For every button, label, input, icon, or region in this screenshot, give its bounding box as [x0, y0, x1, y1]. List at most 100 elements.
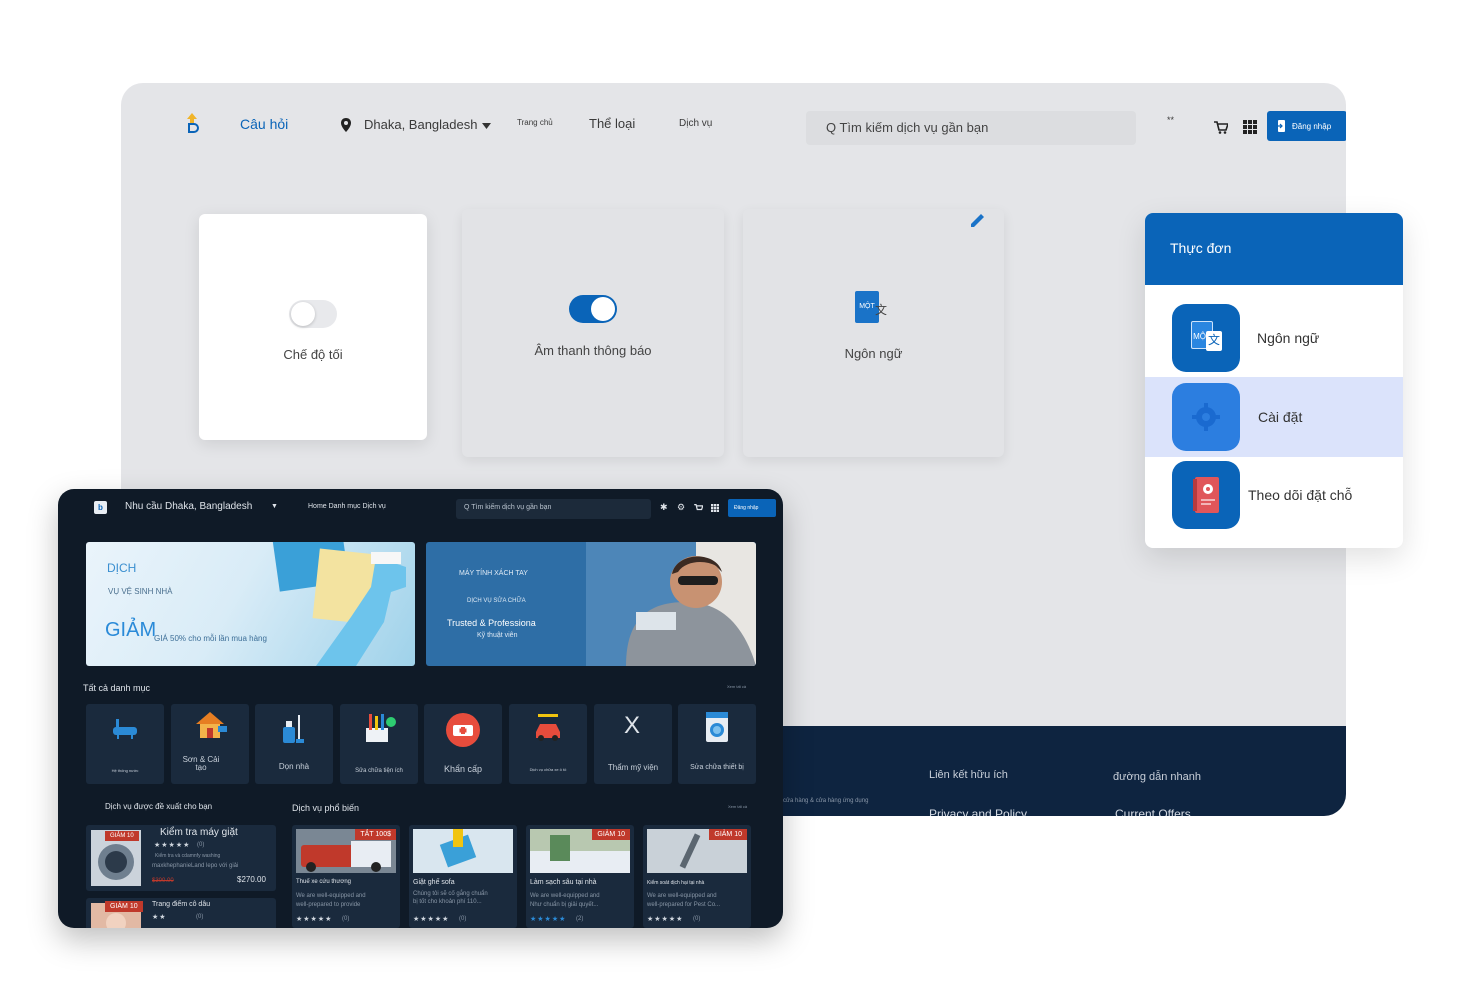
- signin-button[interactable]: Đăng nhập: [1267, 111, 1346, 141]
- notification-sound-label: Âm thanh thông báo: [534, 343, 652, 358]
- service-title: Kiểm tra máy giặt: [160, 827, 238, 838]
- search-input[interactable]: Q Tìm kiếm dịch vụ gần bạn: [806, 111, 1136, 145]
- ambulance-icon: [446, 713, 480, 747]
- service-desc: Như chuẩn bị giải quyết...: [530, 902, 599, 908]
- category-utility-repair[interactable]: Sửa chữa tiện ích: [340, 704, 418, 784]
- category-label: Hệ thống nước: [111, 768, 139, 773]
- price: $270.00: [237, 875, 266, 884]
- recommended-card[interactable]: GIẢM 10 Kiểm tra máy giặt ★★★★★ (0) Kiểm…: [86, 825, 276, 891]
- popular-card[interactable]: GIẢM 10 Kiểm soát dịch hại tại nhà We ar…: [643, 825, 751, 928]
- service-desc: We are well-equipped and: [647, 893, 717, 899]
- cleaning-banner[interactable]: DỊCH VỤ VỆ SINH NHÀ GIẢM GIÁ 50% cho mỗi…: [86, 542, 415, 666]
- language-label: Ngôn ngữ: [844, 346, 903, 361]
- footer-app-store-text: cửa hàng & cửa hàng ứng dụng: [783, 798, 869, 804]
- menu-item-language[interactable]: MỘT 文 Ngôn ngữ: [1145, 298, 1403, 378]
- service-desc: bị tốt cho khoản phí 110...: [413, 899, 482, 905]
- language-icon: MỘT 文: [1172, 304, 1240, 372]
- menu-item-track-booking[interactable]: Theo dõi đặt chỗ: [1145, 455, 1403, 535]
- language-icon: MỘT 文: [855, 291, 891, 327]
- footer-privacy-link[interactable]: Privacy and Policy: [929, 807, 1027, 816]
- category-appliance-repair[interactable]: Sửa chữa thiết bị: [678, 704, 756, 784]
- categories-see-all-link[interactable]: Xem tất cả: [727, 684, 746, 689]
- category-emergency[interactable]: Khẩn cấp: [424, 704, 502, 784]
- location-selector[interactable]: Nhu cầu Dhaka, Bangladesh: [125, 501, 252, 512]
- top-navigation-dark: b Nhu cầu Dhaka, Bangladesh ▼ Home Danh …: [86, 489, 776, 527]
- category-plumbing[interactable]: Hệ thống nước: [86, 704, 164, 784]
- service-desc: well-prepared to provide: [296, 902, 361, 908]
- home-page-dark: b Nhu cầu Dhaka, Bangladesh ▼ Home Danh …: [58, 489, 783, 928]
- recommended-heading: Dịch vụ được đề xuất cho bạn: [105, 802, 213, 811]
- service-desc: well-prepared for Pest Co...: [647, 902, 721, 908]
- banner-title: DỊCH: [107, 561, 137, 575]
- apps-grid-icon[interactable]: [1243, 120, 1257, 134]
- top-navigation: Câu hỏi Dhaka, Bangladesh Trang chủ Thể …: [181, 93, 1346, 153]
- dark-mode-label: Chế độ tối: [283, 347, 343, 362]
- footer-offers-link[interactable]: Current Offers: [1115, 807, 1191, 816]
- rating-count: (2): [576, 916, 584, 922]
- sofa-cleaning-photo: [413, 829, 513, 873]
- categories-link[interactable]: Thể loại: [589, 116, 635, 131]
- faq-link[interactable]: Câu hỏi: [240, 116, 288, 132]
- category-label: Dọn nhà: [278, 762, 310, 771]
- popular-card[interactable]: Giặt ghế sofa Chúng tôi sẽ cố gắng chuẩn…: [409, 825, 517, 928]
- rating-count: (0): [342, 916, 350, 922]
- rating-stars: ★★★★★: [296, 916, 333, 923]
- menu-item-settings[interactable]: Cài đặt: [1145, 377, 1403, 457]
- scissors-icon: X: [624, 712, 641, 739]
- discount-ribbon: GIẢM 10: [709, 829, 747, 840]
- home-link[interactable]: Trang chủ: [517, 118, 553, 127]
- notification-sound-toggle[interactable]: [569, 295, 617, 323]
- category-label: Sửa chữa tiện ích: [355, 768, 403, 774]
- laptop-repair-banner[interactable]: MÁY TÍNH XÁCH TAY DỊCH VỤ SỬA CHỮA Trust…: [426, 542, 756, 666]
- rating-stars: ★★★★★: [530, 916, 567, 923]
- services-link[interactable]: Dịch vụ: [679, 118, 712, 129]
- location-selector[interactable]: Dhaka, Bangladesh: [364, 117, 477, 132]
- rating-count: (0): [196, 914, 204, 920]
- language-card: MỘT 文 Ngôn ngữ: [743, 209, 1004, 457]
- banner-subtitle: VỤ VỆ SINH NHÀ: [108, 587, 173, 596]
- service-desc: We are well-equipped and: [530, 893, 600, 899]
- chevron-down-icon[interactable]: ▼: [271, 503, 278, 510]
- chevron-down-icon[interactable]: [482, 123, 491, 129]
- cart-icon[interactable]: [1214, 121, 1228, 134]
- logo-icon[interactable]: b: [94, 501, 107, 514]
- nav-links[interactable]: Home Danh mục Dịch vụ: [308, 503, 386, 510]
- category-label: Thẩm mỹ viện: [607, 763, 659, 772]
- notification-icon[interactable]: ✱: [660, 502, 668, 513]
- category-car-repair[interactable]: Dịch vụ chữa xe ô tô: [509, 704, 587, 784]
- category-beauty-salon[interactable]: X Thẩm mỹ viện: [594, 704, 672, 784]
- discount-ribbon: GIẢM 10: [592, 829, 630, 840]
- popular-card[interactable]: GIẢM 10 Làm sạch sâu tại nhà We are well…: [526, 825, 634, 928]
- popular-see-all-link[interactable]: Xem tất cả: [728, 804, 747, 809]
- rating-stars: ★★★★★: [413, 916, 450, 923]
- edit-pencil-icon[interactable]: [970, 212, 986, 228]
- signin-button[interactable]: Đăng nhập: [728, 499, 776, 517]
- bathtub-icon: [113, 719, 137, 739]
- cart-icon[interactable]: [694, 504, 703, 512]
- category-painting[interactable]: Sơn & Cải tạo: [171, 704, 249, 784]
- menu-item-label: Ngôn ngữ: [1257, 330, 1320, 346]
- house-paint-icon: [196, 712, 227, 738]
- recommended-card[interactable]: GIẢM 10 Trang điểm cô dâu ★★ (0): [86, 898, 276, 928]
- service-title: Giặt ghế sofa: [413, 879, 455, 886]
- rating-stars: ★★★★★: [154, 842, 191, 849]
- login-icon: [1277, 120, 1285, 132]
- dark-mode-toggle[interactable]: [289, 300, 337, 328]
- old-price: $300.00: [152, 878, 174, 884]
- cleaning-bottle-icon: [283, 715, 304, 743]
- menu-item-label: Cài đặt: [1258, 409, 1303, 425]
- spray-bottle-illustration: [272, 542, 406, 666]
- banner2-line4: Kỹ thuật viên: [477, 632, 518, 639]
- search-input[interactable]: Q Tìm kiếm dịch vụ gần bạn: [456, 499, 651, 519]
- popular-card[interactable]: TẮT 100$ Thuế xe cứu thương We are well-…: [292, 825, 400, 928]
- service-desc: We are well-equipped and: [296, 893, 366, 899]
- logo-icon[interactable]: [185, 113, 199, 135]
- discount-ribbon: GIẢM 10: [105, 831, 139, 841]
- notification-icon[interactable]: **: [1167, 115, 1174, 125]
- footer-quick-title: đường dẫn nhanh: [1113, 771, 1201, 783]
- service-desc: Kiểm tra và cdamnfy washing: [155, 853, 221, 859]
- settings-icon[interactable]: ⚙: [677, 502, 685, 513]
- tools-icon: [366, 714, 396, 742]
- apps-grid-icon[interactable]: [711, 504, 719, 512]
- category-house-cleaning[interactable]: Dọn nhà: [255, 704, 333, 784]
